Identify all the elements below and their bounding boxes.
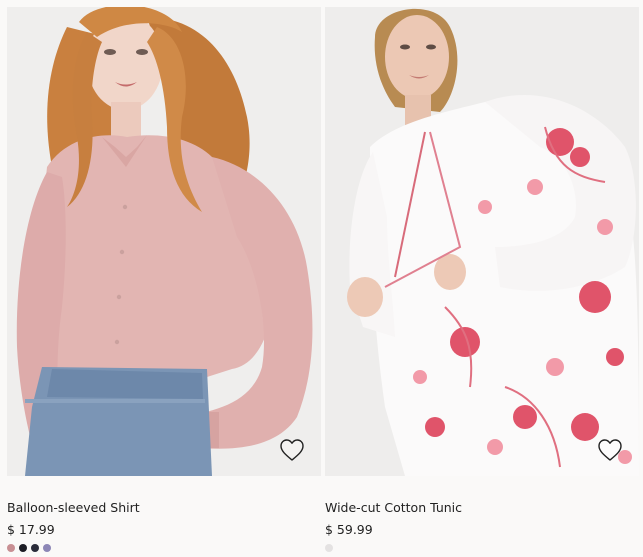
product-image[interactable] [7, 7, 321, 476]
color-swatch[interactable] [19, 544, 27, 552]
product-name[interactable]: Wide-cut Cotton Tunic [325, 500, 639, 516]
product-grid: Balloon-sleeved Shirt $ 17.99 Wide-cut C… [0, 0, 643, 557]
product-name[interactable]: Balloon-sleeved Shirt [7, 500, 321, 516]
product-price: $ 17.99 [7, 522, 55, 537]
product-image[interactable] [325, 7, 639, 476]
color-swatch[interactable] [7, 544, 15, 552]
product-photo-floral-tunic [325, 7, 639, 476]
color-swatch[interactable] [43, 544, 51, 552]
heart-outline-icon[interactable] [279, 438, 305, 462]
color-swatch[interactable] [325, 544, 333, 552]
product-card-wide-cut-cotton-tunic[interactable]: Wide-cut Cotton Tunic $ 59.99 [325, 7, 639, 553]
product-photo-pink-shirt [7, 7, 321, 476]
product-card-balloon-sleeved-shirt[interactable]: Balloon-sleeved Shirt $ 17.99 [7, 7, 321, 553]
color-swatch[interactable] [31, 544, 39, 552]
color-swatches [325, 544, 639, 553]
product-price: $ 59.99 [325, 522, 373, 537]
color-swatches [7, 544, 321, 553]
heart-outline-icon[interactable] [597, 438, 623, 462]
